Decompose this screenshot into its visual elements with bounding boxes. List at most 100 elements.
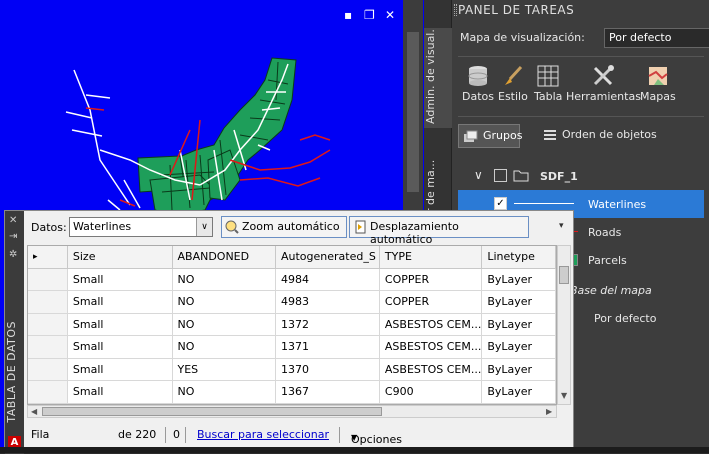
maps-button-label: Mapas (640, 90, 676, 103)
table-cell[interactable]: Small (67, 380, 173, 404)
scroll-thumb[interactable] (559, 266, 569, 284)
close-icon[interactable]: ✕ (9, 215, 17, 226)
toolbar-overflow-icon[interactable]: ▾ (559, 221, 564, 231)
data-table-window: ✕ ⇥ ✲ TABLA DE DATOS A Datos: Waterlines… (4, 210, 574, 454)
scroll-down-icon[interactable]: ▼ (561, 391, 567, 400)
table-cell[interactable]: C900 (379, 380, 483, 404)
display-map-select[interactable]: Por defecto ▼ (604, 28, 709, 48)
data-source-select[interactable]: Waterlines ∨ (69, 217, 213, 237)
layer-checkbox[interactable]: ✓ (494, 197, 507, 210)
table-cell[interactable]: ByLayer (481, 290, 556, 314)
scroll-thumb[interactable] (42, 407, 382, 416)
chevron-down-icon: ▼ (351, 433, 358, 442)
auto-zoom-label: Zoom automático (242, 220, 340, 233)
attribute-grid[interactable]: ▸ Size ABANDONED Autogenerated_S TYPE Li… (27, 245, 557, 405)
style-button[interactable]: Estilo (498, 64, 528, 103)
draw-order-button[interactable]: Orden de objetos (540, 124, 657, 148)
table-cell[interactable]: COPPER (379, 290, 483, 314)
zoom-icon (225, 220, 239, 234)
row-header[interactable] (28, 358, 68, 381)
table-cell[interactable]: ASBESTOS CEM... (379, 358, 483, 381)
table-cell[interactable]: Small (67, 290, 173, 314)
tree-group-row[interactable]: ∨ SDF_1 (458, 162, 704, 190)
auto-zoom-button[interactable]: Zoom automático (221, 216, 347, 238)
row-selector-header[interactable]: ▸ (28, 246, 68, 269)
table-cell[interactable]: ASBESTOS CEM... (379, 335, 483, 359)
table-cell[interactable]: 1371 (275, 335, 380, 359)
table-row[interactable]: Small NO 1367 C900 ByLayer (28, 380, 556, 404)
grid-vertical-scrollbar[interactable]: ▼ (557, 245, 571, 405)
table-cell[interactable]: COPPER (379, 268, 483, 291)
column-header[interactable]: TYPE (379, 246, 483, 269)
table-row[interactable]: Small YES 1370 ASBESTOS CEM... ByLayer (28, 358, 556, 381)
table-cell[interactable]: 1370 (275, 358, 380, 381)
table-cell[interactable]: Small (67, 335, 173, 359)
divider (165, 427, 166, 443)
column-header[interactable]: Size (67, 246, 173, 269)
group-checkbox[interactable] (494, 169, 507, 182)
find-to-select-link[interactable]: Buscar para seleccionar (197, 428, 329, 441)
row-header[interactable] (28, 268, 68, 291)
options-label: Opciones (351, 433, 402, 446)
tab-display-manager[interactable]: Admin. de visual. (424, 28, 452, 128)
table-cell[interactable]: ByLayer (481, 268, 556, 291)
maps-icon (648, 67, 668, 85)
grid-horizontal-scrollbar[interactable]: ◀ ▶ (27, 405, 557, 418)
pin-icon[interactable]: ⇥ (9, 231, 17, 242)
auto-pan-button[interactable]: Desplazamiento automático (349, 216, 529, 246)
table-cell[interactable]: ByLayer (481, 380, 556, 404)
table-row[interactable]: Small NO 4984 COPPER ByLayer (28, 268, 556, 291)
table-header-row: ▸ Size ABANDONED Autogenerated_S TYPE Li… (28, 246, 556, 269)
row-header[interactable] (28, 290, 68, 314)
table-cell[interactable]: Small (67, 313, 173, 336)
panel-grip[interactable] (454, 4, 457, 16)
close-icon[interactable]: ✕ (385, 8, 395, 22)
line-style-icon (514, 203, 574, 204)
group-name: SDF_1 (540, 170, 578, 183)
table-cell[interactable]: NO (172, 290, 276, 314)
chevron-down-icon[interactable]: ∨ (474, 168, 483, 182)
table-cell[interactable]: NO (172, 313, 276, 336)
scroll-right-icon[interactable]: ▶ (546, 407, 552, 416)
table-cell[interactable]: NO (172, 380, 276, 404)
column-header[interactable]: Linetype (481, 246, 556, 269)
minimize-icon[interactable]: ▪ (344, 8, 352, 22)
row-header[interactable] (28, 380, 68, 404)
table-cell[interactable]: Small (67, 268, 173, 291)
table-cell[interactable]: 4984 (275, 268, 380, 291)
folder-icon (513, 170, 529, 182)
tools-icon (594, 65, 615, 86)
table-row[interactable]: Small NO 4983 COPPER ByLayer (28, 290, 556, 314)
display-map-value: Por defecto (609, 31, 672, 44)
data-button-label: Datos (462, 90, 494, 103)
column-header[interactable]: Autogenerated_S (275, 246, 380, 269)
row-header[interactable] (28, 313, 68, 336)
restore-icon[interactable]: ❐ (364, 8, 375, 22)
data-button[interactable]: Datos (462, 64, 494, 103)
table-cell[interactable]: 1367 (275, 380, 380, 404)
scroll-thumb[interactable] (407, 32, 419, 192)
table-cell[interactable]: NO (172, 335, 276, 359)
table-cell[interactable]: ByLayer (481, 335, 556, 359)
table-cell[interactable]: 4983 (275, 290, 380, 314)
table-row[interactable]: Small NO 1371 ASBESTOS CEM... ByLayer (28, 335, 556, 359)
table-cell[interactable]: NO (172, 268, 276, 291)
table-cell[interactable]: Small (67, 358, 173, 381)
table-row[interactable]: Small NO 1372 ASBESTOS CEM... ByLayer (28, 313, 556, 336)
table-button[interactable]: Tabla (534, 64, 562, 103)
table-cell[interactable]: YES (172, 358, 276, 381)
table-cell[interactable]: ByLayer (481, 313, 556, 336)
table-cell[interactable]: 1372 (275, 313, 380, 336)
maps-button[interactable]: Mapas (640, 64, 676, 103)
attribute-table: ▸ Size ABANDONED Autogenerated_S TYPE Li… (28, 246, 556, 404)
table-cell[interactable]: ASBESTOS CEM... (379, 313, 483, 336)
groups-button[interactable]: Grupos (458, 124, 522, 148)
data-table-toolbar: Datos: Waterlines ∨ Zoom automático Desp… (25, 215, 573, 246)
row-header[interactable] (28, 335, 68, 359)
gear-icon[interactable]: ✲ (9, 249, 17, 260)
column-header[interactable]: ABANDONED (172, 246, 276, 269)
table-cell[interactable]: ByLayer (481, 358, 556, 381)
tools-button[interactable]: Herramientas (566, 64, 641, 103)
current-row: 0 (173, 428, 180, 441)
scroll-left-icon[interactable]: ◀ (31, 407, 37, 416)
